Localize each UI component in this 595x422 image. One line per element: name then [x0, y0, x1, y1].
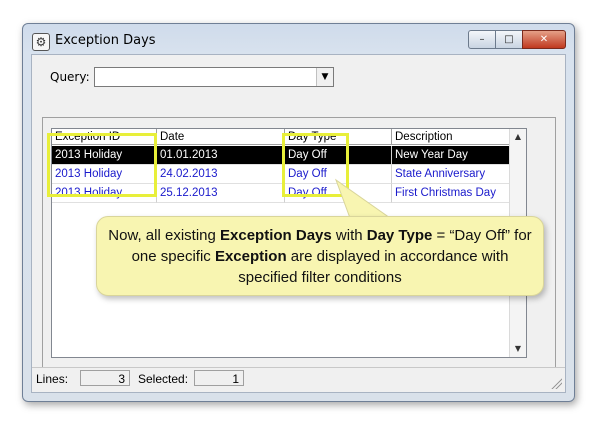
column-header-date[interactable]: Date [157, 129, 285, 145]
selected-count: 1 [194, 370, 244, 386]
annotation-callout: Now, all existing Exception Days with Da… [96, 216, 544, 296]
callout-part-bold: Exception Days [220, 227, 332, 244]
cell-description: New Year Day [392, 146, 526, 165]
status-bar: Lines: 3 Selected: 1 [32, 367, 565, 392]
minimize-button[interactable]: – [468, 30, 496, 49]
scroll-down-icon[interactable]: ▼ [510, 341, 526, 357]
chevron-down-icon[interactable]: ▼ [316, 68, 333, 86]
gear-icon: ⚙ [32, 33, 50, 51]
selected-label: Selected: [138, 372, 189, 386]
callout-part-bold: Exception [214, 248, 287, 265]
window-title: Exception Days [55, 33, 156, 48]
maximize-button[interactable]: □ [495, 30, 523, 49]
cell-date: 25.12.2013 [157, 184, 285, 203]
callout-part-bold: Day Type [366, 227, 433, 244]
window-controls: – □ ✕ [468, 30, 566, 49]
callout-part: with [331, 227, 367, 244]
exception-days-window: ⚙ Exception Days – □ ✕ Query: ▼ Exceptio… [22, 23, 575, 402]
title-bar[interactable]: ⚙ Exception Days – □ ✕ [23, 24, 574, 54]
cell-description: State Anniversary [392, 165, 526, 184]
highlight-exception-id-column [47, 133, 157, 197]
cell-description: First Christmas Day [392, 184, 526, 203]
column-header-description[interactable]: Description [392, 129, 526, 145]
query-label: Query: [50, 70, 90, 84]
lines-label: Lines: [36, 372, 69, 386]
resize-grip[interactable] [550, 377, 562, 389]
cell-date: 24.02.2013 [157, 165, 285, 184]
callout-part: Now, all existing [108, 227, 221, 244]
lines-count: 3 [80, 370, 130, 386]
callout-text: Now, all existing Exception Days with Da… [107, 225, 533, 288]
query-dropdown[interactable]: ▼ [94, 67, 334, 87]
scroll-up-icon[interactable]: ▲ [510, 129, 526, 145]
cell-date: 01.01.2013 [157, 146, 285, 165]
close-button[interactable]: ✕ [522, 30, 566, 49]
